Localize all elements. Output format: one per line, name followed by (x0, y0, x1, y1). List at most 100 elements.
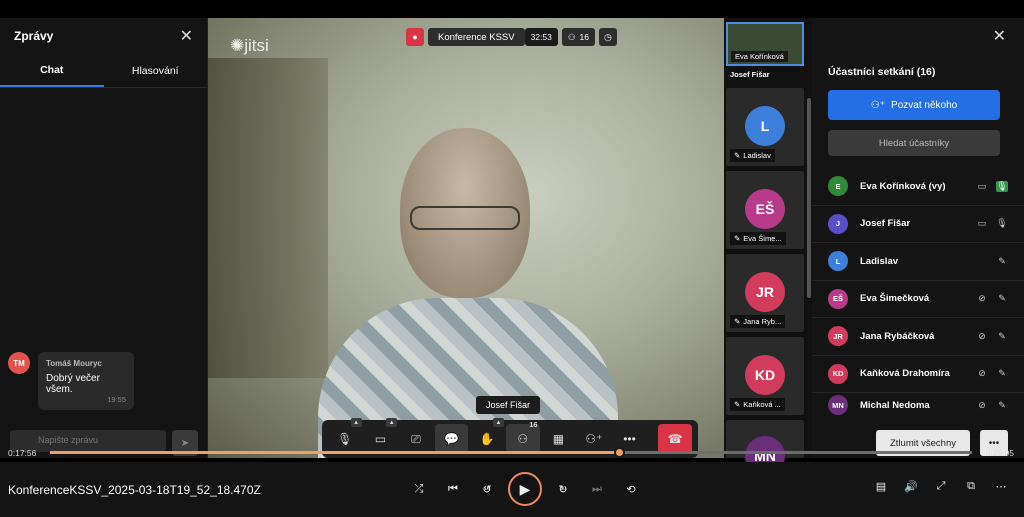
avatar: JR (745, 272, 785, 312)
chat-tabs: Chat Hlasování (0, 54, 207, 88)
mic-muted-icon: ✎ (998, 293, 1006, 304)
next-icon[interactable]: ⏭ (584, 476, 610, 502)
media-player-controls: KonferenceKSSV_2025-03-18T19_52_18.470Z … (0, 462, 1024, 517)
fullscreen-icon[interactable]: ⤢ (932, 477, 950, 495)
participant-tile[interactable]: L ✎ Ladislav (726, 88, 804, 166)
avatar: EŠ (745, 189, 785, 229)
previous-icon[interactable]: ⏮ (440, 476, 466, 502)
participant-tile[interactable]: EŠ ✎ Eva Šime... (726, 171, 804, 249)
message-author: Tomáš Mouryc (46, 359, 102, 368)
close-participants-icon[interactable]: ✕ (993, 26, 1006, 46)
tab-polls[interactable]: Hlasování (104, 54, 208, 87)
mic-muted-icon: ✎ (734, 400, 741, 409)
conference-timer: 32:53 (524, 28, 558, 46)
avatar: E (828, 176, 848, 197)
conference-title: Konference KSSV (428, 28, 525, 46)
participants-panel: ✕ Účastníci setkání (16) ⚇⁺ Pozvat někoh… (812, 18, 1024, 458)
mic-muted-icon: ✎ (998, 399, 1006, 410)
avatar: KD (828, 363, 848, 384)
shuffle-icon[interactable]: ⤮ (406, 476, 432, 502)
participant-name: Jana Rybáčková (860, 330, 935, 342)
avatar: J (828, 213, 848, 234)
repeat-off-icon[interactable]: ⟲ (618, 476, 644, 502)
people-icon: ⚇ (567, 31, 576, 42)
participant-name: Eva Šimečková (860, 293, 930, 305)
camera-off-icon: ⊘ (978, 293, 986, 304)
participant-count-badge[interactable]: ⚇ 16 (561, 28, 595, 46)
invite-button[interactable]: ⚇⁺ Pozvat někoho (828, 90, 1000, 120)
skip-back-button[interactable]: ↺ 10 (474, 476, 500, 502)
mic-muted-icon: ✎ (734, 234, 741, 243)
participant-tile[interactable]: KD ✎ Kaňková ... (726, 337, 804, 415)
tile-name: ✎ Jana Ryb... (730, 315, 786, 328)
participant-name: Michal Nedoma (860, 399, 930, 411)
list-item[interactable]: MN Michal Nedoma ⊘ ✎ (812, 393, 1024, 417)
mic-muted-icon: ✎ (998, 368, 1006, 379)
chat-message: TM Tomáš Mouryc Dobrý večer všem. 19:55 (8, 352, 134, 410)
avatar: TM (8, 352, 30, 374)
chat-title: Zprávy (14, 29, 54, 43)
tab-chat[interactable]: Chat (0, 54, 104, 87)
participant-name: Josef Fišar (860, 218, 911, 230)
camera-options-icon[interactable]: ▲ (386, 418, 398, 427)
top-black-bar (0, 0, 1024, 18)
speaker-name-label: Josef Fišar (476, 396, 541, 414)
message-time: 19:55 (107, 395, 126, 404)
file-name: KonferenceKSSV_2025-03-18T19_52_18.470Z (8, 483, 261, 497)
captions-icon[interactable]: ▤ (872, 477, 890, 495)
mic-muted-icon: ✎ (734, 317, 741, 326)
avatar: MN (828, 395, 848, 415)
participant-tile[interactable]: JR ✎ Jana Ryb... (726, 254, 804, 332)
speaker-video (318, 128, 618, 458)
connection-speed-icon[interactable]: ◷ (598, 28, 617, 46)
avatar: EŠ (828, 288, 848, 309)
recording-icon[interactable]: ● (406, 28, 424, 46)
avatar: JR (828, 326, 848, 347)
message-bubble: Tomáš Mouryc Dobrý večer všem. 19:55 (38, 352, 134, 410)
avatar: L (745, 106, 785, 146)
tile-name: Eva Kořínková (731, 51, 788, 62)
camera-off-icon: ⊘ (978, 368, 986, 379)
skip-forward-button[interactable]: ↻ 30 (550, 476, 576, 502)
playback-controls: ⤮ ⏮ ↺ 10 ▶ ↻ 30 ⏭ ⟲ (406, 472, 644, 506)
mic-options-icon[interactable]: ▲ (350, 418, 362, 427)
participant-list: E Eva Kořínková (vy) ▭ 🎙 J Josef Fišar ▭… (812, 168, 1024, 417)
list-item[interactable]: JR Jana Rybáčková ⊘ ✎ (812, 318, 1024, 356)
list-item[interactable]: J Josef Fišar ▭ 🎙 (812, 206, 1024, 243)
chat-panel: Zprávy ✕ Chat Hlasování TM Tomáš Mouryc … (0, 18, 208, 458)
list-item[interactable]: KD Kaňková Drahomíra ⊘ ✎ (812, 356, 1024, 393)
seek-bar[interactable]: 0:17:56 0:29:05 (0, 442, 1024, 462)
reactions-options-icon[interactable]: ▲ (492, 418, 504, 427)
filmstrip: Eva Kořínková Josef Fišar ●● L ✎Ladislav… (724, 18, 812, 476)
jitsi-logo: ✺jitsi (230, 36, 269, 55)
participant-name: Kaňková Drahomíra (860, 368, 950, 380)
list-item[interactable]: L Ladislav ✎ (812, 243, 1024, 281)
camera-off-icon: ⊘ (978, 330, 986, 341)
self-tile[interactable]: Eva Kořínková (726, 22, 804, 66)
close-chat-icon[interactable]: ✕ (180, 26, 193, 46)
mini-player-icon[interactable]: ⧉ (962, 477, 980, 495)
participant-name: Eva Kořínková (vy) (860, 180, 946, 192)
tile-name: ✎ Kaňková ... (730, 398, 785, 411)
avatar: KD (745, 355, 785, 395)
seek-track[interactable] (50, 447, 972, 458)
search-participants-input[interactable]: Hledat účastníky (828, 130, 1000, 156)
participants-title: Účastníci setkání (16) (828, 66, 936, 78)
volume-icon[interactable]: 🔊 (902, 477, 920, 495)
list-item[interactable]: E Eva Kořínková (vy) ▭ 🎙 (812, 168, 1024, 206)
participant-name: Ladislav (860, 255, 899, 267)
message-text: Dobrý večer všem. (46, 373, 100, 395)
more-icon[interactable]: ⋯ (992, 477, 1010, 495)
camera-icon: ▭ (977, 218, 987, 229)
list-item[interactable]: EŠ Eva Šimečková ⊘ ✎ (812, 281, 1024, 318)
player-options: ▤ 🔊 ⤢ ⧉ ⋯ (872, 477, 1010, 495)
seek-progress (50, 451, 619, 454)
tile-name: Josef Fišar (730, 70, 770, 79)
conference-info-bar: ● Konference KSSV 32:53 ⚇ 16 ◷ (406, 28, 617, 46)
background-shelf (208, 58, 328, 378)
play-button[interactable]: ▶ (508, 472, 542, 506)
elapsed-time: 0:17:56 (8, 448, 37, 458)
camera-icon: ▭ (977, 180, 987, 191)
filmstrip-scrollbar[interactable] (807, 98, 811, 298)
seek-handle[interactable] (613, 447, 625, 458)
